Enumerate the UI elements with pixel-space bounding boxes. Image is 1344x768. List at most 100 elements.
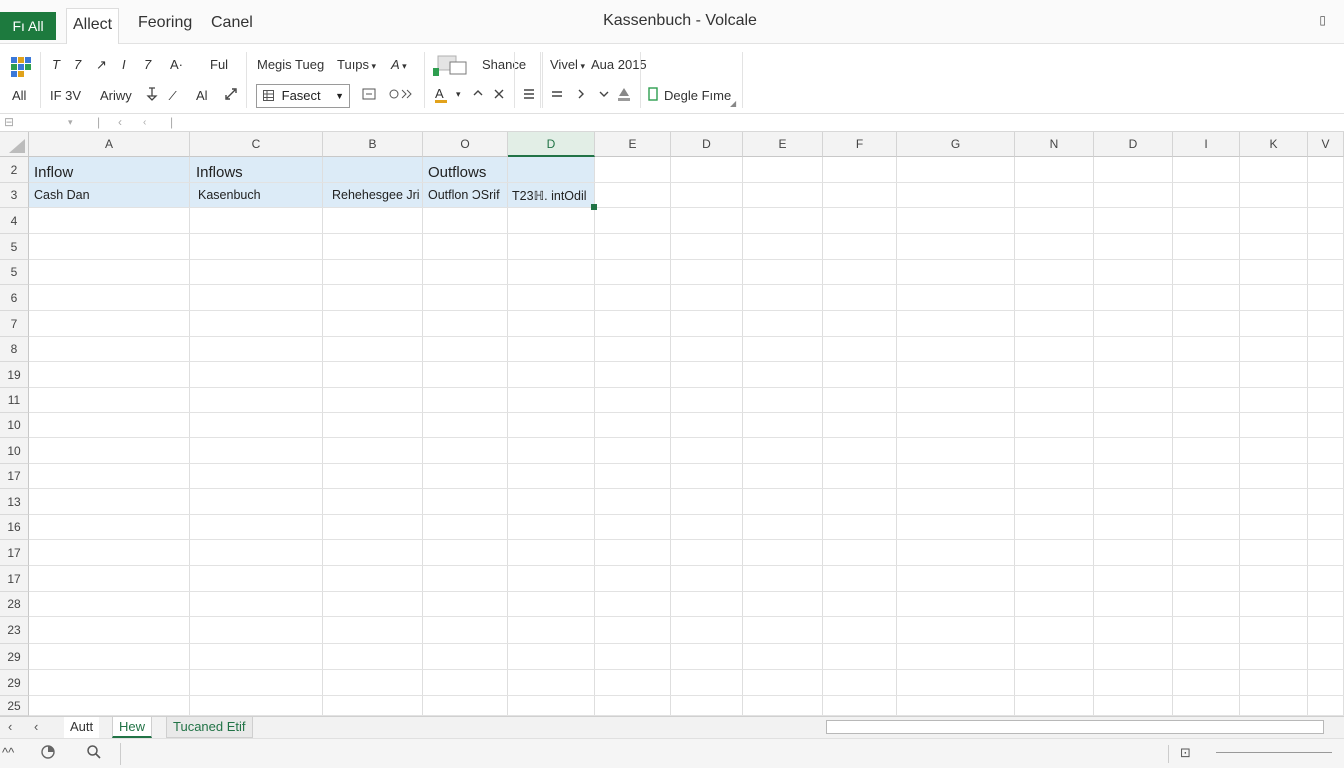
format-seven-icon[interactable]: 7 [74, 57, 81, 72]
cell-rehesgee[interactable]: Rehehesgee Jri [332, 188, 420, 202]
collapse-icon[interactable]: ^^ [2, 745, 14, 760]
if-button[interactable]: IF 3V [50, 88, 81, 103]
column-header[interactable]: G [897, 132, 1015, 157]
font-name-select[interactable]: Fasect ▼ [256, 84, 350, 108]
format-seven-icon-2[interactable]: 7 [144, 57, 151, 72]
vivel-dropdown[interactable]: Vivel ▾ [550, 57, 585, 72]
fill-icon[interactable] [616, 86, 632, 105]
sheet-tab-tucaned[interactable]: Tucaned Etif [166, 717, 253, 738]
tumps-dropdown[interactable]: Tuıps ▾ [337, 57, 376, 72]
row-header[interactable]: 13 [0, 489, 29, 515]
cell-kasenbuch[interactable]: Kasenbuch [198, 188, 261, 202]
merge-button[interactable]: Megis Tueg [257, 57, 324, 72]
chevron-down-icon[interactable] [598, 87, 610, 104]
row-header[interactable]: 29 [0, 644, 29, 670]
column-header[interactable]: A [29, 132, 190, 157]
font-size-icon[interactable]: A· [170, 57, 183, 72]
column-header[interactable]: F [823, 132, 897, 157]
row-header[interactable]: 6 [0, 285, 29, 311]
arrow-icon[interactable]: ↗ [96, 57, 107, 73]
column-header[interactable]: V [1308, 132, 1344, 157]
row-header[interactable]: 23 [0, 617, 29, 644]
dialog-launcher-icon[interactable]: ◢ [730, 99, 736, 108]
align-left-icon[interactable] [522, 87, 536, 104]
row-header[interactable]: 8 [0, 337, 29, 362]
cell-outflon[interactable]: Outflon ϽSrif [428, 188, 500, 202]
share-button[interactable]: Shance [482, 57, 526, 72]
row-header[interactable]: 17 [0, 540, 29, 566]
page-view-icon[interactable]: ⊡ [1180, 745, 1191, 761]
restore-window-button[interactable]: ▯ [1319, 13, 1326, 27]
font-color-icon[interactable]: A [434, 86, 454, 107]
wrap-icon[interactable] [362, 87, 376, 104]
row-header[interactable]: 5 [0, 260, 29, 285]
row-header[interactable]: 11 [0, 388, 29, 413]
chevron-left-icon[interactable]: ‹ [34, 719, 38, 734]
chevron-left-icon[interactable]: ‹ [118, 115, 122, 129]
link-icon[interactable] [224, 87, 238, 104]
row-header[interactable]: 17 [0, 566, 29, 592]
search-icon[interactable] [86, 744, 102, 763]
italic-t-icon[interactable]: T [52, 57, 60, 72]
zoom-slider[interactable] [1216, 752, 1332, 753]
row-header[interactable]: 4 [0, 208, 29, 234]
row-header[interactable]: 10 [0, 438, 29, 464]
caret-up-icon[interactable] [472, 87, 484, 102]
chevron-left-icon[interactable]: ‹ [8, 719, 12, 734]
cell-inflows[interactable]: Inflows [196, 164, 243, 181]
name-box-icon[interactable]: ⊟ [4, 115, 14, 129]
select-all-corner[interactable] [0, 132, 29, 157]
grid-line [29, 361, 1344, 362]
arwy-button[interactable]: Ariwy [100, 88, 132, 103]
sheet-tab-hew[interactable]: Hew [112, 717, 153, 738]
spreadsheet-grid[interactable]: ACBODEDEFGNDIKV 2 3 4 5 5 6 7 8 19 11 10 10 17 13 16 17… [0, 132, 1344, 716]
row-header[interactable]: 5 [0, 234, 29, 260]
column-header[interactable]: C [190, 132, 323, 157]
align-center-icon[interactable] [550, 87, 564, 104]
row-header[interactable]: 10 [0, 413, 29, 438]
row-header[interactable]: 17 [0, 464, 29, 489]
chevron-down-icon[interactable]: ▾ [68, 117, 73, 128]
column-header[interactable]: D [671, 132, 743, 157]
chevron-down-icon[interactable]: ▾ [456, 89, 461, 100]
column-header[interactable]: K [1240, 132, 1308, 157]
column-header[interactable]: N [1015, 132, 1094, 157]
sheet-tab-autt[interactable]: Autt [64, 717, 100, 738]
degle-rime-button[interactable]: Degle Fıme [664, 88, 731, 103]
cell-outflows[interactable]: Outflows [428, 164, 486, 181]
font-color-dropdown[interactable]: A ▾ [391, 57, 407, 72]
apps-icon[interactable] [10, 56, 32, 81]
cell-cash-dan[interactable]: Cash Dan [34, 188, 90, 202]
column-header[interactable]: O [423, 132, 508, 157]
row-header[interactable]: 25 [0, 696, 29, 716]
al-button[interactable]: Al [196, 88, 208, 103]
row-header[interactable]: 29 [0, 670, 29, 696]
italic-icon[interactable]: I [122, 57, 126, 72]
row-header[interactable]: 19 [0, 362, 29, 388]
paste-icon[interactable]: ⁄ [172, 88, 174, 103]
format-brush-icon[interactable] [388, 87, 414, 104]
row-header[interactable]: 2 [0, 157, 29, 183]
brush-icon[interactable] [146, 87, 158, 104]
row-header[interactable]: 3 [0, 183, 29, 208]
cell-intodil[interactable]: T23ℍ. intOdil [512, 188, 587, 203]
column-header[interactable]: B [323, 132, 423, 157]
fill-handle[interactable] [591, 204, 597, 210]
column-header[interactable]: D [1094, 132, 1173, 157]
column-header[interactable]: D [508, 132, 595, 157]
row-header[interactable]: 7 [0, 311, 29, 337]
column-header[interactable]: E [743, 132, 823, 157]
clear-format-icon[interactable] [492, 87, 506, 104]
horizontal-scrollbar[interactable] [826, 720, 1324, 734]
row-header[interactable]: 28 [0, 592, 29, 617]
cell-inflow[interactable]: Inflow [34, 164, 73, 181]
all-button[interactable]: All [12, 88, 26, 103]
column-header[interactable]: I [1173, 132, 1240, 157]
row-header[interactable]: 16 [0, 515, 29, 540]
accessibility-icon[interactable] [40, 744, 56, 763]
chevron-right-icon[interactable] [576, 87, 586, 104]
cancel-icon[interactable]: ‹ [143, 117, 146, 128]
column-header[interactable]: E [595, 132, 671, 157]
full-button[interactable]: Ful [210, 57, 228, 72]
insert-table-icon[interactable] [432, 54, 468, 81]
